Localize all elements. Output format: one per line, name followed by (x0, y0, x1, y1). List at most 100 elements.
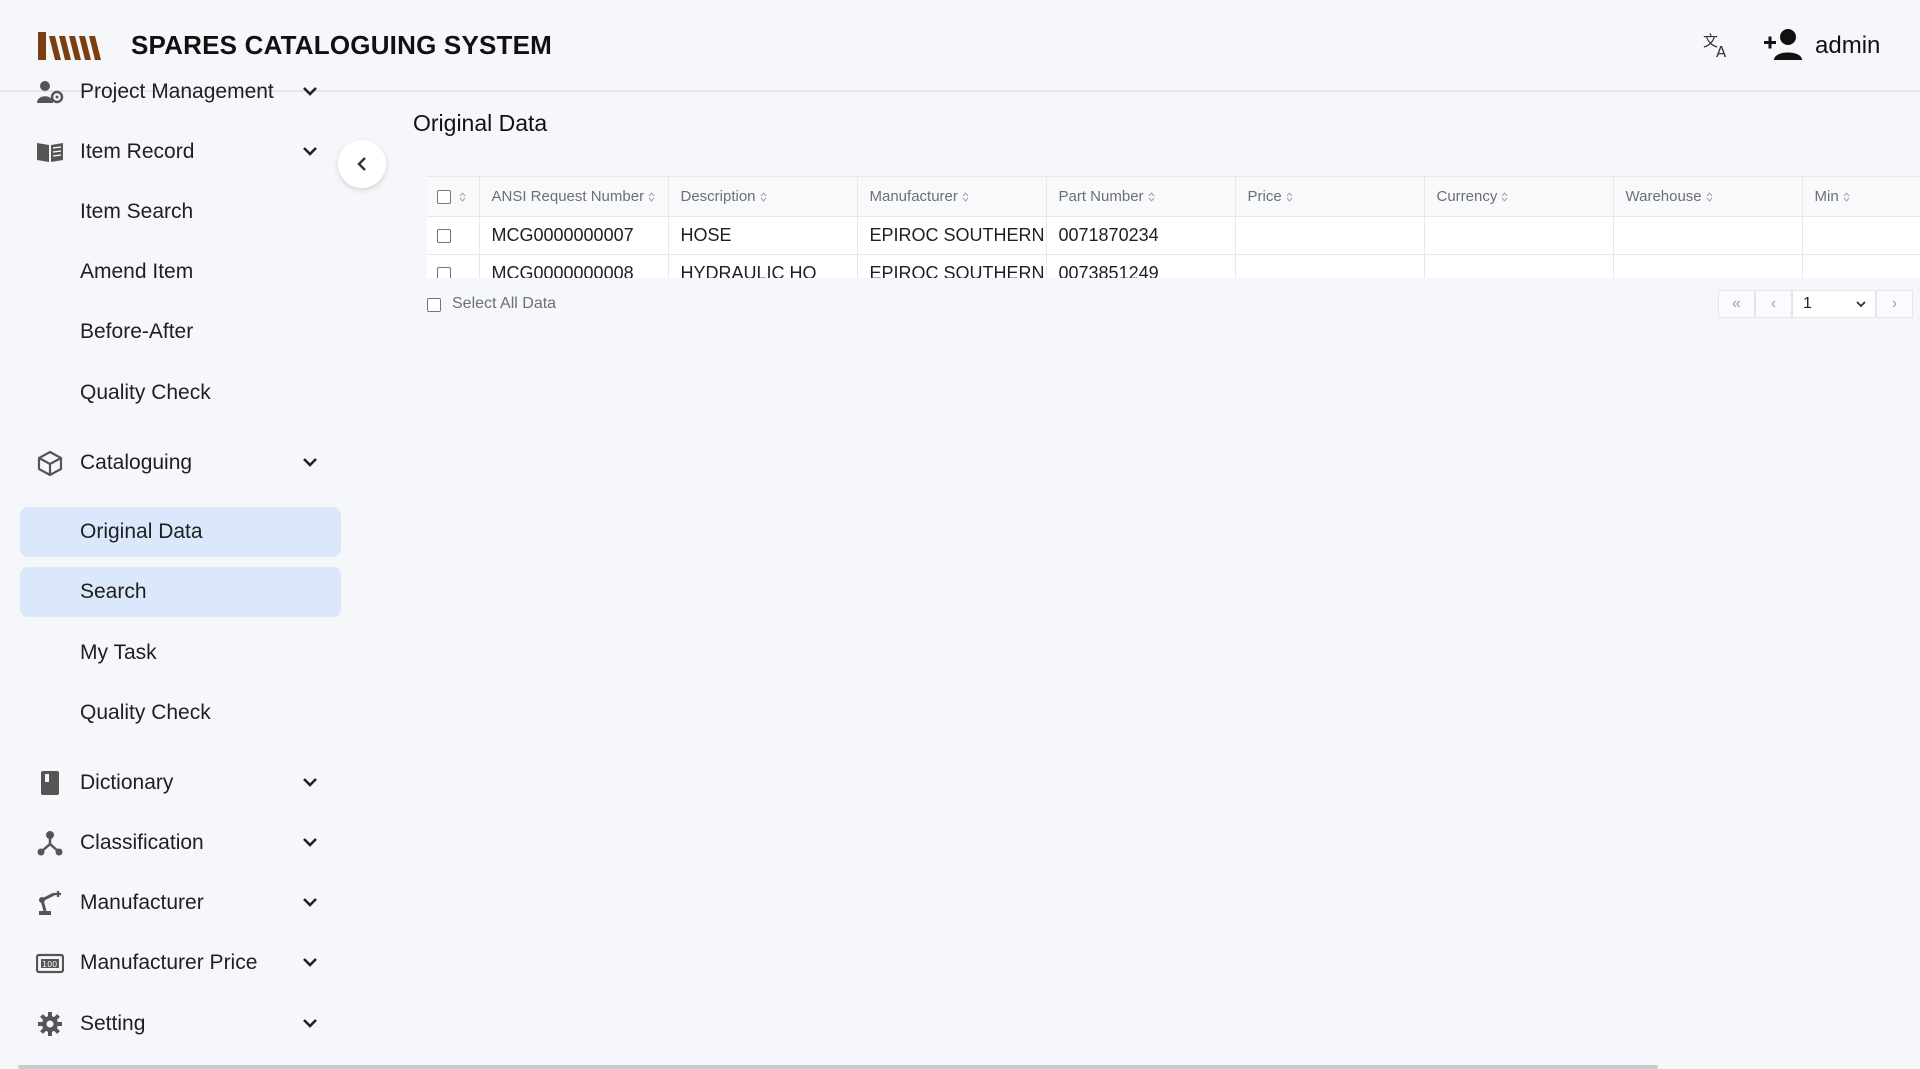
sidebar-item-label: Item Search (80, 200, 194, 223)
sidebar-item-label: My Task (80, 641, 157, 664)
gear-icon (38, 1012, 62, 1036)
sidebar-item-search[interactable]: Search (20, 567, 341, 617)
sort-icon[interactable] (648, 191, 655, 203)
column-header[interactable]: Part Number (1046, 177, 1236, 217)
table-cell (1235, 216, 1425, 255)
sidebar-item-manufacturer-price[interactable]: 100 Manufacturer Price (20, 938, 341, 988)
sort-icon[interactable] (1843, 191, 1850, 203)
row-checkbox[interactable] (437, 228, 451, 243)
user-name[interactable]: admin (1815, 32, 1880, 60)
translate-icon[interactable]: 文 A (1702, 30, 1732, 60)
sort-icon[interactable] (760, 191, 767, 203)
table-cell (1613, 216, 1803, 255)
cube-icon (37, 450, 63, 476)
header-checkbox[interactable] (437, 189, 451, 204)
sidebar-item-quality-check[interactable]: Quality Check (20, 368, 341, 418)
sort-icon[interactable] (1706, 191, 1713, 203)
horizontal-scrollbar[interactable] (18, 1065, 1658, 1069)
sidebar-item-item-search[interactable]: Item Search (20, 187, 341, 237)
sidebar-item-original-data[interactable]: Original Data (20, 507, 341, 557)
sidebar-item-label: Item Record (80, 140, 195, 163)
sidebar-item-dictionary[interactable]: Dictionary (20, 758, 341, 808)
table-cell: 0073851249 (1046, 254, 1236, 278)
table-cell: HOSE (668, 216, 858, 255)
book-open-icon (37, 143, 63, 162)
row-checkbox[interactable] (437, 266, 451, 278)
sidebar-item-label: Manufacturer (80, 891, 204, 914)
svg-text:A: A (1716, 43, 1727, 60)
data-table: ANSI Request Number Description Manufact… (427, 176, 1920, 278)
chevron-left-icon (357, 157, 366, 171)
sidebar-item-cataloguing[interactable]: Cataloguing (20, 438, 341, 488)
next-page-button[interactable]: › (1876, 290, 1913, 318)
table-cell: 0071870234 (1046, 216, 1236, 255)
app-title: SPARES CATALOGUING SYSTEM (131, 30, 553, 60)
sidebar-item-amend-item[interactable]: Amend Item (20, 247, 341, 297)
hierarchy-icon (37, 831, 63, 856)
column-header[interactable]: Description (668, 177, 858, 217)
prev-page-button[interactable]: ‹ (1755, 290, 1792, 318)
chevron-down-icon (303, 87, 317, 96)
sort-icon[interactable] (962, 191, 969, 203)
table-cell (1613, 254, 1803, 278)
table-row[interactable]: MCG0000000007 HOSE EPIROC SOUTHERN A 007… (427, 216, 1920, 255)
table-cell (1235, 254, 1425, 278)
table-cell: HYDRAULIC HO (668, 254, 858, 278)
sidebar-item-label: Manufacturer Price (80, 951, 258, 974)
column-header[interactable]: Manufacturer (857, 177, 1047, 217)
table-row[interactable]: MCG0000000008 HYDRAULIC HO EPIROC SOUTHE… (427, 254, 1920, 278)
price-tag-icon: 100 (36, 953, 64, 974)
chevron-down-icon (303, 838, 317, 847)
sidebar-item-label: Classification (80, 831, 204, 854)
table-cell (1424, 216, 1614, 255)
sort-icon[interactable] (459, 191, 466, 203)
sidebar-item-project-management[interactable]: Project Management (20, 67, 341, 117)
row-checkbox-cell (427, 254, 480, 278)
column-header[interactable]: Warehouse (1613, 177, 1803, 217)
table-cell: MCG0000000008 (479, 254, 669, 278)
column-header[interactable]: Min (1802, 177, 1920, 217)
sort-icon[interactable] (1286, 191, 1293, 203)
collapse-sidebar-button[interactable] (338, 140, 386, 188)
table-cell: EPIROC SOUTHERN A (857, 254, 1047, 278)
sidebar-item-classification[interactable]: Classification (20, 818, 341, 868)
row-checkbox-cell (427, 216, 480, 255)
sidebar-item-label: Amend Item (80, 260, 194, 283)
sidebar-item-label: Original Data (80, 520, 203, 543)
book-icon (41, 771, 59, 795)
sidebar-item-quality-check-2[interactable]: Quality Check (20, 688, 341, 738)
sidebar-item-label: Search (80, 580, 147, 603)
sort-icon[interactable] (1148, 191, 1155, 203)
chevron-down-icon (303, 147, 317, 156)
select-all-label: Select All Data (452, 295, 557, 312)
sidebar-item-label: Dictionary (80, 771, 174, 794)
column-header[interactable]: Price (1235, 177, 1425, 217)
select-all-checkbox[interactable] (427, 298, 441, 312)
page-title: Original Data (413, 110, 548, 136)
chevron-down-icon (303, 778, 317, 787)
chevron-down-icon (303, 1019, 317, 1028)
sidebar-item-setting[interactable]: Setting (20, 999, 341, 1049)
table-cell (1802, 216, 1920, 255)
sidebar-item-manufacturer[interactable]: Manufacturer (20, 878, 341, 928)
column-header[interactable]: ANSI Request Number (479, 177, 669, 217)
column-header[interactable]: Currency (1424, 177, 1614, 217)
svg-text:100: 100 (42, 960, 57, 969)
page-select-value: 1 (1803, 295, 1812, 312)
sidebar-item-before-after[interactable]: Before-After (20, 307, 341, 357)
page-select[interactable]: 1 (1792, 290, 1876, 318)
chevron-down-icon (303, 458, 317, 467)
sidebar-item-item-record[interactable]: Item Record (20, 127, 341, 177)
sidebar-item-my-task[interactable]: My Task (20, 628, 341, 678)
header-select-all-cell (427, 177, 480, 217)
robot-arm-icon (39, 891, 61, 915)
chevron-down-icon (303, 958, 317, 967)
sidebar: Project Management Item Record Item Sear… (0, 80, 345, 1062)
table-cell: EPIROC SOUTHERN A (857, 216, 1047, 255)
sidebar-item-label: Project Management (80, 80, 274, 103)
table-header-row: ANSI Request Number Description Manufact… (427, 177, 1920, 217)
sidebar-item-label: Setting (80, 1012, 146, 1035)
first-page-button[interactable]: « (1718, 290, 1755, 318)
add-user-icon[interactable] (1764, 28, 1804, 62)
sort-icon[interactable] (1501, 191, 1508, 203)
